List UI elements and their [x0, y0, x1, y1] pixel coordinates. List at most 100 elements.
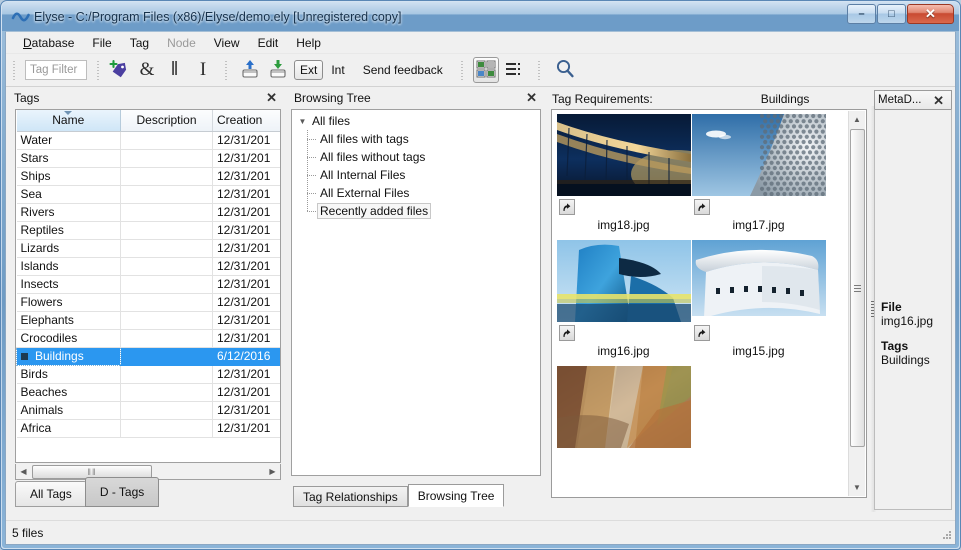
- chevron-down-icon[interactable]: ▼: [296, 117, 309, 126]
- search-button[interactable]: [552, 57, 578, 83]
- thumbnail-image[interactable]: [691, 114, 826, 196]
- thumbnail-item[interactable]: img16.jpg: [556, 240, 691, 366]
- tree-panel-close-icon[interactable]: ✕: [526, 91, 537, 104]
- tag-filter-input[interactable]: Tag Filter: [25, 60, 87, 80]
- close-icon: ✕: [925, 6, 936, 21]
- cell-name: Sea: [16, 185, 121, 204]
- tree-node-recently-added-files[interactable]: Recently added files: [292, 202, 540, 220]
- and-operator-button[interactable]: &: [134, 57, 160, 83]
- column-header-creation[interactable]: Creation: [212, 110, 280, 132]
- menu-item-edit[interactable]: Edit: [249, 33, 288, 53]
- scroll-right-icon[interactable]: ▶: [265, 465, 280, 479]
- scroll-left-icon[interactable]: ◀: [16, 465, 31, 479]
- table-row[interactable]: Flowers 12/31/201: [16, 293, 280, 312]
- tab-browsing-tree[interactable]: Browsing Tree: [407, 484, 505, 507]
- thumbnail-image[interactable]: [691, 240, 826, 322]
- list-view-button[interactable]: [501, 57, 527, 83]
- thumbnail-grid-container[interactable]: img18.jpg img17.jpg img16.jpg img15.jpg …: [551, 109, 867, 498]
- menu-item-view[interactable]: View: [205, 33, 249, 53]
- external-link-icon[interactable]: [558, 199, 575, 215]
- tags-panel-close-icon[interactable]: ✕: [266, 91, 277, 104]
- table-row[interactable]: Crocodiles 12/31/201: [16, 329, 280, 348]
- text-tool-button[interactable]: I: [190, 57, 216, 83]
- menu-item-file[interactable]: File: [83, 33, 120, 53]
- tree-node-all-external-files[interactable]: All External Files: [292, 184, 540, 202]
- table-row[interactable]: Water 12/31/201: [16, 131, 280, 150]
- table-row[interactable]: Insects 12/31/201: [16, 275, 280, 294]
- metadata-panel: MetaD... ✕ File img16.jpg Tags Buildings: [874, 88, 952, 520]
- external-link-icon[interactable]: [558, 325, 575, 341]
- menu-item-database[interactable]: Database: [14, 33, 83, 53]
- thumbnail-filename: img16.jpg: [597, 344, 650, 358]
- browsing-tree-view[interactable]: ▼ All files All files with tags All files…: [291, 109, 541, 476]
- tree-node-all-files-without-tags[interactable]: All files without tags: [292, 148, 540, 166]
- external-link-icon[interactable]: [693, 325, 710, 341]
- scroll-up-icon[interactable]: ▲: [849, 111, 866, 128]
- table-row[interactable]: Sea 12/31/201: [16, 185, 280, 204]
- thumbnails-vertical-scrollbar[interactable]: ▲ ▼: [848, 111, 865, 496]
- node-marker-icon: [21, 353, 28, 361]
- table-row[interactable]: Africa 12/31/201: [16, 419, 280, 438]
- metadata-panel-tab[interactable]: MetaD... ✕: [874, 90, 952, 109]
- metadata-panel-close-icon[interactable]: ✕: [933, 94, 944, 107]
- thumbnail-image[interactable]: [556, 240, 691, 322]
- table-row[interactable]: Animals 12/31/201: [16, 401, 280, 420]
- export-button[interactable]: [237, 57, 263, 83]
- toolbar-grip[interactable]: [535, 59, 543, 81]
- toolbar-grip[interactable]: [11, 59, 18, 81]
- table-row[interactable]: Birds 12/31/201: [16, 365, 280, 384]
- column-header-description[interactable]: Description: [120, 110, 213, 132]
- tags-table-header-row: Name Description Creation: [16, 110, 280, 132]
- menu-item-help[interactable]: Help: [287, 33, 330, 53]
- external-link-icon[interactable]: [693, 199, 710, 215]
- maximize-button[interactable]: □: [877, 4, 906, 24]
- column-header-name[interactable]: Name: [16, 110, 121, 132]
- tags-table-container[interactable]: Name Description Creation Water 12/31/20…: [15, 109, 281, 463]
- import-button[interactable]: [265, 57, 291, 83]
- minimize-button[interactable]: –: [847, 4, 876, 24]
- tree-children: All files with tags All files without tag…: [292, 130, 540, 220]
- maximize-icon: □: [888, 8, 895, 20]
- toolbar-grip[interactable]: [458, 59, 466, 81]
- tree-node-all-internal-files[interactable]: All Internal Files: [292, 166, 540, 184]
- metadata-key-file: File: [881, 300, 902, 314]
- table-row[interactable]: Beaches 12/31/201: [16, 383, 280, 402]
- cell-description: [120, 203, 213, 222]
- scrollbar-thumb[interactable]: [849, 129, 865, 447]
- thumbnail-image[interactable]: [556, 366, 691, 448]
- scroll-down-icon[interactable]: ▼: [849, 479, 866, 496]
- tree-node-label: Recently added files: [317, 203, 432, 219]
- cell-description: [120, 401, 213, 420]
- or-operator-button[interactable]: ‖: [162, 57, 188, 83]
- ext-toggle-button[interactable]: Ext: [294, 60, 324, 80]
- table-row[interactable]: Elephants 12/31/201: [16, 311, 280, 330]
- tree-node-all-files[interactable]: ▼ All files: [292, 112, 540, 130]
- send-feedback-button[interactable]: Send feedback: [357, 63, 449, 77]
- thumbnail-item[interactable]: img17.jpg: [691, 114, 826, 240]
- table-row[interactable]: Rivers 12/31/201: [16, 203, 280, 222]
- toolbar-grip[interactable]: [223, 59, 230, 81]
- table-row[interactable]: Buildings 6/12/2016: [16, 346, 280, 366]
- tab-all-tags[interactable]: All Tags: [15, 481, 87, 507]
- int-toggle-button[interactable]: Int: [325, 63, 350, 77]
- tab-tag-relationships[interactable]: Tag Relationships: [293, 486, 408, 507]
- thumbnail-item[interactable]: img18.jpg: [556, 114, 691, 240]
- table-row[interactable]: Ships 12/31/201: [16, 167, 280, 186]
- table-row[interactable]: Lizards 12/31/201: [16, 239, 280, 258]
- table-row[interactable]: Reptiles 12/31/201: [16, 221, 280, 240]
- thumbnail-item[interactable]: img15.jpg: [691, 240, 826, 366]
- add-tag-button[interactable]: [106, 57, 132, 83]
- resize-grip-icon[interactable]: [940, 529, 952, 541]
- close-button[interactable]: ✕: [907, 4, 954, 24]
- tag-filter-placeholder: Tag Filter: [30, 64, 78, 76]
- toolbar-grip[interactable]: [95, 59, 102, 81]
- thumbnail-image[interactable]: [556, 114, 691, 196]
- table-row[interactable]: Stars 12/31/201: [16, 149, 280, 168]
- thumbnail-item[interactable]: [556, 366, 691, 448]
- tab-d-tags[interactable]: D - Tags: [84, 477, 160, 507]
- tree-node-all-files-with-tags[interactable]: All files with tags: [292, 130, 540, 148]
- metadata-fields: File img16.jpg Tags Buildings: [874, 109, 952, 510]
- table-row[interactable]: Islands 12/31/201: [16, 257, 280, 276]
- thumbnail-view-button[interactable]: [472, 57, 499, 83]
- menu-item-tag[interactable]: Tag: [121, 33, 158, 53]
